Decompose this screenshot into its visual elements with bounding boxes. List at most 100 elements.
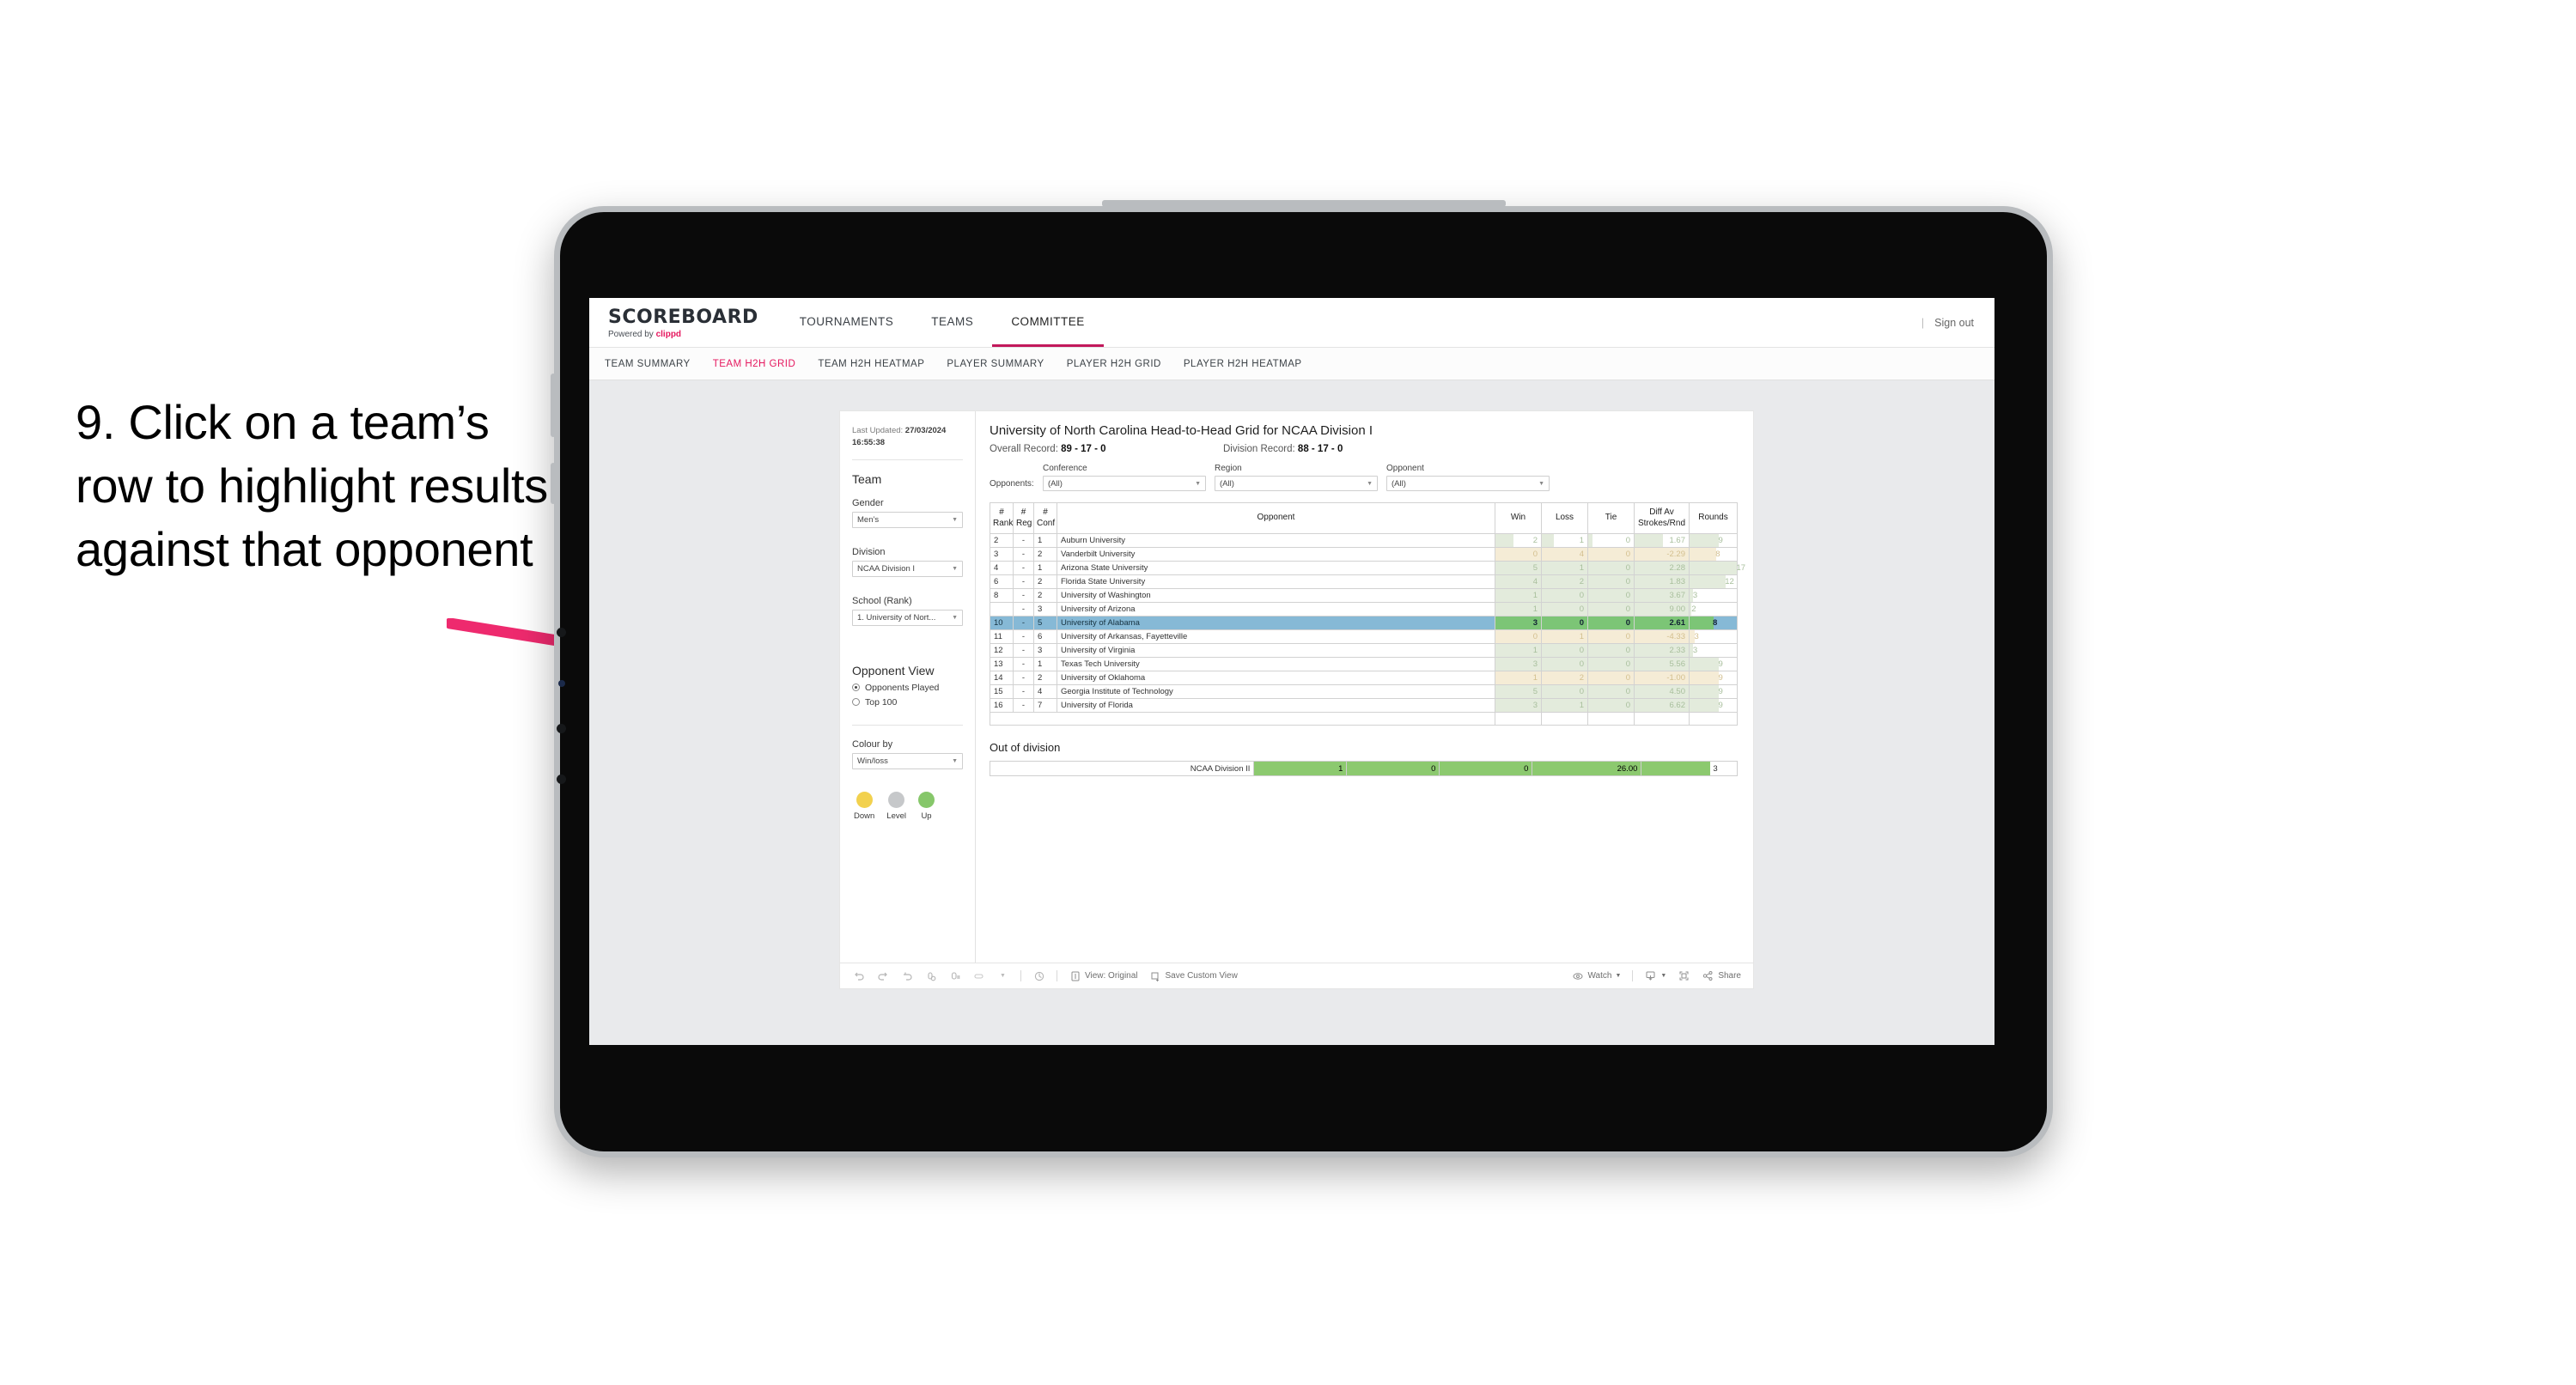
- opponent-filters: Opponents: Conference (All) ▼ Region (Al…: [990, 464, 1738, 491]
- table-row[interactable]: 6-2 Florida State University 4 2 0 1.83 12: [990, 574, 1738, 589]
- subnav-player-summary[interactable]: PLAYER SUMMARY: [947, 359, 1044, 369]
- subnav-player-h2h-grid[interactable]: PLAYER H2H GRID: [1067, 359, 1161, 369]
- workbook-canvas: Last Updated: 27/03/2024 16:55:38 Team G…: [589, 380, 1994, 1045]
- cell-rank: 12: [990, 643, 1014, 658]
- school-select[interactable]: 1. University of Nort... ▼: [852, 609, 963, 626]
- nav-committee[interactable]: COMMITTEE: [992, 298, 1104, 347]
- table-row[interactable]: 14-2 University of Oklahoma 1 2 0 -1.00 9: [990, 671, 1738, 685]
- cell-loss: 1: [1541, 698, 1588, 713]
- cell-reg: -: [1013, 629, 1034, 644]
- view-original-button[interactable]: View: Original: [1069, 969, 1138, 982]
- visualization-container: Last Updated: 27/03/2024 16:55:38 Team G…: [840, 411, 1753, 988]
- cell-rank: 14: [990, 671, 1014, 685]
- radio-top-100[interactable]: Top 100: [852, 697, 963, 708]
- ood-tie: 0: [1439, 761, 1533, 776]
- radio-opponents-played[interactable]: Opponents Played: [852, 683, 963, 693]
- legend-level: Level: [886, 791, 906, 821]
- nav-divider: |: [1921, 316, 1925, 329]
- tablet-device: SCOREBOARD Powered by clippd TOURNAMENTS…: [551, 206, 2053, 1157]
- table-row[interactable]: 15-4 Georgia Institute of Technology 5 0 0 4.…: [990, 684, 1738, 699]
- cell-diff: -2.29: [1634, 547, 1690, 562]
- cell-diff: 5.56: [1634, 657, 1690, 671]
- cell-tie: 0: [1587, 657, 1635, 671]
- bezel-dot: [557, 724, 566, 733]
- grid-body: 2-1 Auburn University 2 1 0 1.67 9 3-2 Vanderbil…: [990, 533, 1745, 726]
- subnav-team-summary[interactable]: TEAM SUMMARY: [605, 359, 691, 369]
- out-of-division-row[interactable]: NCAA Division II 1 0 0 26.00 3: [989, 761, 1738, 776]
- cell-rounds: 9: [1689, 533, 1738, 548]
- table-row[interactable]: 4-1 Arizona State University 5 1 0 2.28 17: [990, 561, 1745, 575]
- table-row[interactable]: 8-2 University of Washington 1 0 0 3.67 3: [990, 588, 1738, 603]
- radio-icon: [852, 683, 860, 692]
- refresh-data-icon[interactable]: [924, 969, 937, 982]
- highlight-icon[interactable]: [972, 969, 985, 982]
- table-row[interactable]: 10-5 University of Alabama 3 0 0 2.61 8: [990, 616, 1738, 630]
- subnav-team-h2h-heatmap[interactable]: TEAM H2H HEATMAP: [818, 359, 924, 369]
- gender-select[interactable]: Men’s ▼: [852, 511, 963, 528]
- ood-diff: 26.00: [1532, 761, 1642, 776]
- undo-icon[interactable]: [852, 969, 865, 982]
- table-row[interactable]: -3 University of Arizona 1 0 0 9.00 2: [990, 602, 1738, 617]
- revert-icon[interactable]: [900, 969, 913, 982]
- cell-rank: 10: [990, 616, 1014, 630]
- subnav-team-h2h-grid[interactable]: TEAM H2H GRID: [713, 359, 796, 369]
- conference-select[interactable]: (All) ▼: [1043, 476, 1206, 491]
- sidebar-divider: [852, 459, 963, 460]
- cell-diff: 2.61: [1634, 616, 1690, 630]
- chevron-down-icon[interactable]: ▼: [996, 969, 1009, 982]
- head-to-head-grid: # Rank # Reg # Conf Opponent Win Loss Ti…: [990, 502, 1745, 726]
- colour-by-select[interactable]: Win/loss ▼: [852, 752, 963, 769]
- table-row[interactable]: 13-1 Texas Tech University 3 0 0 5.56 9: [990, 657, 1738, 671]
- cell-diff: 4.50: [1634, 684, 1690, 699]
- share-icon: [1702, 969, 1714, 982]
- sign-out-link[interactable]: Sign out: [1934, 317, 1974, 329]
- save-custom-view-button[interactable]: Save Custom View: [1149, 969, 1238, 982]
- cell-loss: 0: [1541, 588, 1588, 603]
- colour-by-value: Win/loss: [857, 756, 888, 766]
- table-row[interactable]: 11-6 University of Arkansas, Fayetteville…: [990, 629, 1738, 644]
- region-select[interactable]: (All) ▼: [1215, 476, 1378, 491]
- cell-conf: 2: [1033, 588, 1057, 603]
- cell-opponent: University of Oklahoma: [1057, 671, 1495, 685]
- chevron-down-icon: ▼: [1615, 973, 1622, 979]
- top-nav-right: | Sign out: [1921, 298, 1994, 347]
- opponent-select[interactable]: (All) ▼: [1386, 476, 1550, 491]
- watch-button[interactable]: Watch ▼: [1571, 969, 1621, 982]
- cell-conf: 6: [1033, 629, 1057, 644]
- eye-icon: [1571, 969, 1584, 982]
- download-icon: [1644, 969, 1657, 982]
- cell-loss: 0: [1541, 643, 1588, 658]
- cell-rounds: 12: [1689, 574, 1738, 589]
- top-nav-items: TOURNAMENTS TEAMS COMMITTEE: [781, 298, 1104, 347]
- cell-tie: 0: [1587, 643, 1635, 658]
- legend-down: Down: [854, 791, 874, 821]
- table-row[interactable]: 2-1 Auburn University 2 1 0 1.67 9: [990, 533, 1738, 548]
- table-row[interactable]: 12-3 University of Virginia 1 0 0 2.33 3: [990, 643, 1738, 658]
- brand-logo[interactable]: SCOREBOARD Powered by clippd: [589, 298, 781, 347]
- cell-loss: 0: [1541, 657, 1588, 671]
- brand-name: SCOREBOARD: [608, 306, 758, 328]
- cell-tie: 0: [1587, 588, 1635, 603]
- download-button[interactable]: ▼: [1644, 969, 1666, 982]
- pause-data-icon[interactable]: [948, 969, 961, 982]
- table-row[interactable]: 3-2 Vanderbilt University 0 4 0 -2.29 8: [990, 547, 1738, 562]
- col-opponent: Opponent: [1057, 502, 1495, 534]
- subnav-player-h2h-heatmap[interactable]: PLAYER H2H HEATMAP: [1184, 359, 1302, 369]
- table-row[interactable]: 16-7 University of Florida 3 1 0 6.62 9: [990, 698, 1738, 713]
- region-label: Region: [1215, 464, 1242, 473]
- share-button[interactable]: Share: [1702, 969, 1741, 982]
- records-row: Overall Record: 89 - 17 - 0 Division Rec…: [990, 444, 1738, 454]
- opponent-value: (All): [1392, 478, 1406, 489]
- cell-reg: -: [1013, 574, 1034, 589]
- division-select[interactable]: NCAA Division I ▼: [852, 560, 963, 577]
- out-of-division-table: NCAA Division II 1 0 0 26.00 3: [989, 761, 1738, 776]
- cell-win: 3: [1495, 657, 1542, 671]
- cell-reg: -: [1013, 602, 1034, 617]
- nav-tournaments[interactable]: TOURNAMENTS: [781, 298, 913, 347]
- pause-refresh-icon[interactable]: [1032, 969, 1045, 982]
- redo-icon[interactable]: [876, 969, 889, 982]
- nav-teams[interactable]: TEAMS: [912, 298, 992, 347]
- fullscreen-icon[interactable]: [1678, 969, 1690, 982]
- col-loss: Loss: [1541, 502, 1588, 534]
